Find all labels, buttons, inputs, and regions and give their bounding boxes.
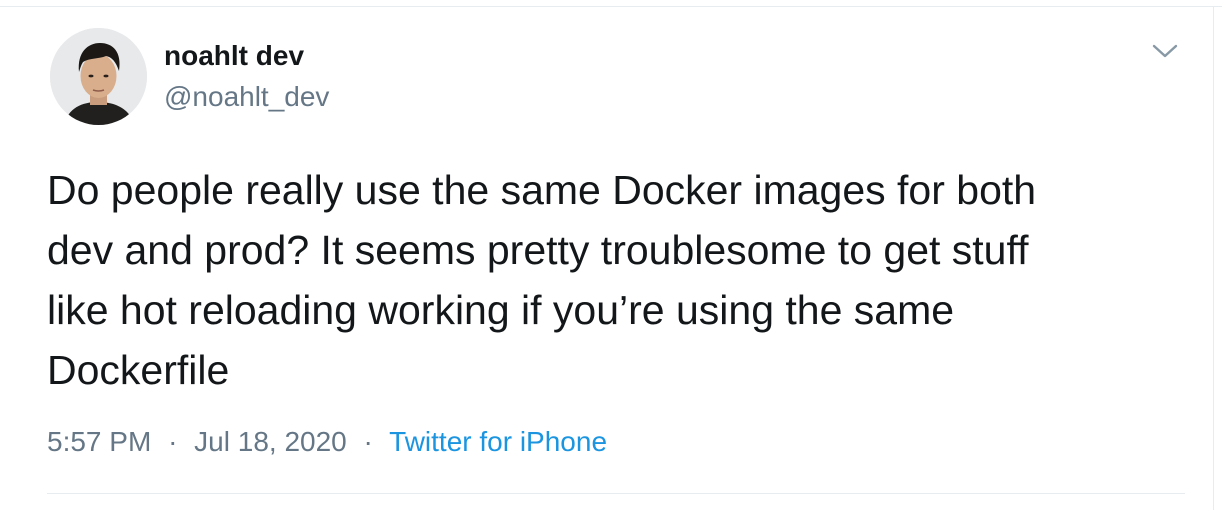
meta-separator: · bbox=[168, 426, 178, 457]
tweet-menu-button[interactable] bbox=[1148, 36, 1182, 70]
tweet-time[interactable]: 5:57 PM bbox=[47, 426, 151, 457]
author-handle[interactable]: @noahlt_dev bbox=[164, 81, 329, 113]
frame-right-border bbox=[1213, 6, 1214, 510]
meta-separator: · bbox=[363, 426, 373, 457]
avatar-photo bbox=[50, 28, 147, 125]
avatar[interactable] bbox=[50, 28, 147, 125]
tweet-source-link[interactable]: Twitter for iPhone bbox=[389, 426, 607, 457]
chevron-down-icon bbox=[1152, 43, 1178, 64]
frame-top-border bbox=[0, 6, 1222, 7]
tweet-meta: 5:57 PM · Jul 18, 2020 · Twitter for iPh… bbox=[47, 426, 607, 458]
author-display-name[interactable]: noahlt dev bbox=[164, 40, 304, 72]
tweet-text: Do people really use the same Docker ima… bbox=[47, 167, 1037, 393]
divider bbox=[47, 493, 1185, 494]
tweet-date[interactable]: Jul 18, 2020 bbox=[194, 426, 347, 457]
